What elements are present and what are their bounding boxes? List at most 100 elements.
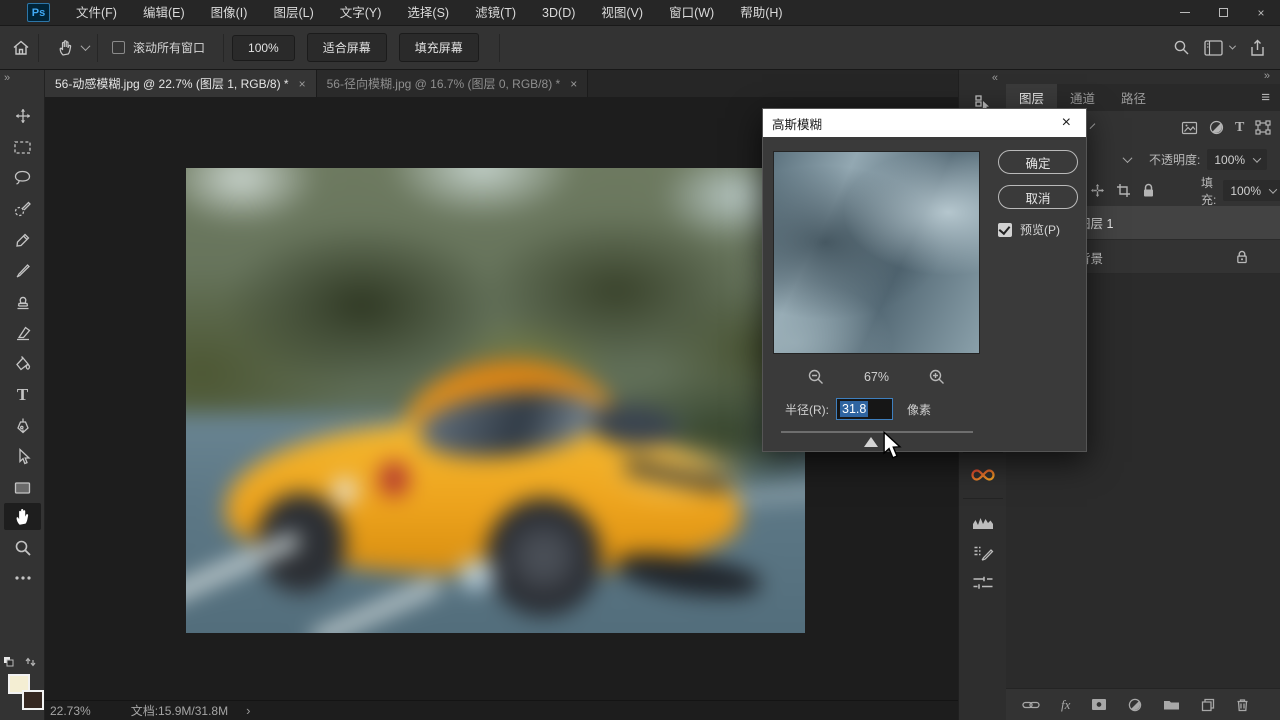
menu-layer[interactable]: 图层(L): [260, 0, 326, 26]
filter-adjustment-layers-icon[interactable]: [1209, 120, 1224, 135]
menu-view[interactable]: 视图(V): [588, 0, 656, 26]
home-icon[interactable]: [12, 39, 30, 57]
menu-edit[interactable]: 编辑(E): [130, 0, 198, 26]
link-layers-icon[interactable]: [1022, 700, 1040, 710]
workspace-switcher-icon[interactable]: [1204, 40, 1235, 56]
fit-screen-button[interactable]: 适合屏幕: [307, 33, 387, 62]
type-tool[interactable]: T: [4, 381, 41, 408]
share-icon[interactable]: [1249, 39, 1266, 57]
preview-checkbox[interactable]: 预览(P): [998, 221, 1060, 238]
lock-artboard-icon[interactable]: [1116, 183, 1131, 198]
document-image[interactable]: [186, 168, 805, 633]
dialog-title-bar[interactable]: 高斯模糊 ×: [763, 109, 1086, 137]
tab-layers[interactable]: 图层: [1006, 84, 1057, 111]
dialog-close-icon[interactable]: ×: [1056, 114, 1077, 132]
preview-checkbox-label: 预览(P): [1020, 221, 1060, 238]
fill-screen-button[interactable]: 填充屏幕: [399, 33, 479, 62]
checkbox-unchecked[interactable]: [112, 41, 125, 54]
zoom-in-icon[interactable]: [928, 368, 946, 386]
adjustment-layer-icon[interactable]: [1128, 698, 1142, 712]
color-swatches[interactable]: [6, 666, 42, 718]
tab-channels[interactable]: 通道: [1057, 84, 1108, 111]
panel-menu-icon[interactable]: ≡: [1261, 89, 1270, 106]
eyedropper-tool[interactable]: [4, 226, 41, 253]
photoshop-window: Ps 文件(F) 编辑(E) 图像(I) 图层(L) 文字(Y) 选择(S) 滤…: [0, 0, 1280, 720]
collapse-dock-icon[interactable]: »: [1264, 70, 1270, 82]
document-tab-bar: 56-动感模糊.jpg @ 22.7% (图层 1, RGB/8) * × 56…: [45, 70, 958, 97]
close-icon[interactable]: ×: [1242, 0, 1280, 26]
layer-mask-icon[interactable]: [1091, 698, 1107, 711]
status-bar: 22.73% 文档:15.9M/31.8M ›: [45, 700, 958, 720]
lock-all-icon[interactable]: [1142, 183, 1155, 198]
fill-value-dropdown[interactable]: 100%: [1223, 180, 1280, 201]
ps-logo-icon: Ps: [27, 3, 50, 22]
radius-unit-label: 像素: [907, 401, 931, 418]
tab-close-icon[interactable]: ×: [299, 77, 306, 91]
marquee-tool[interactable]: [4, 133, 41, 160]
status-chevron-icon[interactable]: ›: [246, 703, 250, 718]
tab-close-icon[interactable]: ×: [570, 77, 577, 91]
new-layer-icon[interactable]: [1201, 698, 1215, 712]
background-color-swatch[interactable]: [22, 690, 44, 710]
brush-settings-panel-icon[interactable]: [964, 538, 1002, 568]
document-tab-2[interactable]: 56-径向模糊.jpg @ 16.7% (图层 0, RGB/8) * ×: [317, 70, 589, 97]
move-tool[interactable]: [4, 102, 41, 129]
path-select-tool[interactable]: [4, 443, 41, 470]
brush-tool[interactable]: [4, 257, 41, 284]
minimize-icon[interactable]: [1166, 0, 1204, 26]
new-group-icon[interactable]: [1163, 698, 1180, 711]
gradient-bucket-tool[interactable]: [4, 350, 41, 377]
restore-icon[interactable]: [1204, 0, 1242, 26]
filter-pixel-layers-icon[interactable]: [1181, 121, 1198, 135]
menu-help[interactable]: 帮助(H): [727, 0, 795, 26]
blur-preview-thumbnail[interactable]: [773, 151, 980, 354]
hand-tool-options-icon[interactable]: [57, 39, 75, 57]
clone-stamp-tool[interactable]: [4, 288, 41, 315]
menu-select[interactable]: 选择(S): [394, 0, 462, 26]
ok-button[interactable]: 确定: [998, 150, 1078, 174]
radius-value: 31.8: [840, 401, 868, 417]
eraser-tool[interactable]: [4, 319, 41, 346]
blend-mode-chevron-icon[interactable]: [1123, 153, 1133, 163]
menu-type[interactable]: 文字(Y): [327, 0, 395, 26]
document-tab-1[interactable]: 56-动感模糊.jpg @ 22.7% (图层 1, RGB/8) * ×: [45, 70, 317, 97]
layer-style-icon[interactable]: fx: [1061, 697, 1070, 713]
scroll-all-windows-checkbox[interactable]: 滚动所有窗口: [112, 39, 205, 56]
lasso-tool[interactable]: [4, 164, 41, 191]
filter-type-layers-icon[interactable]: T: [1235, 120, 1244, 136]
toolbar-collapse-icon[interactable]: »: [4, 72, 10, 84]
search-icon[interactable]: [1173, 39, 1190, 56]
menu-image[interactable]: 图像(I): [198, 0, 261, 26]
menu-window[interactable]: 窗口(W): [656, 0, 727, 26]
tab-paths[interactable]: 路径: [1108, 84, 1159, 111]
filter-type-chevron-icon[interactable]: [1090, 123, 1096, 129]
fill-label: 填充:: [1201, 174, 1216, 208]
menu-filter[interactable]: 滤镜(T): [462, 0, 529, 26]
cancel-button[interactable]: 取消: [998, 185, 1078, 209]
menu-file[interactable]: 文件(F): [63, 0, 130, 26]
collapse-panels-icon[interactable]: «: [992, 72, 998, 84]
zoom-tool[interactable]: [4, 534, 41, 561]
zoom-100-button[interactable]: 100%: [232, 35, 295, 61]
chevron-down-icon[interactable]: [81, 41, 91, 51]
delete-layer-icon[interactable]: [1236, 698, 1249, 712]
hand-tool[interactable]: [4, 503, 41, 530]
radius-slider-thumb[interactable]: [864, 437, 878, 447]
generative-panel-icon[interactable]: [964, 460, 1002, 490]
histogram-panel-icon[interactable]: [964, 508, 1002, 538]
radius-slider-track[interactable]: [781, 431, 973, 433]
status-zoom-level[interactable]: 22.73%: [50, 704, 91, 718]
quick-selection-tool[interactable]: [4, 195, 41, 222]
zoom-out-icon[interactable]: [807, 368, 825, 386]
menu-3d[interactable]: 3D(D): [529, 0, 588, 26]
checkbox-checked-icon[interactable]: [998, 223, 1012, 237]
more-tools-icon[interactable]: [4, 564, 41, 591]
lock-position-icon[interactable]: [1090, 183, 1105, 198]
opacity-value-dropdown[interactable]: 100%: [1207, 149, 1267, 170]
filter-shape-layers-icon[interactable]: [1255, 120, 1271, 135]
pen-tool[interactable]: [4, 412, 41, 439]
radius-input[interactable]: 31.8: [836, 398, 893, 420]
opacity-label: 不透明度:: [1149, 151, 1200, 168]
brushes-panel-icon[interactable]: [964, 568, 1002, 598]
shape-tool[interactable]: [4, 474, 41, 501]
